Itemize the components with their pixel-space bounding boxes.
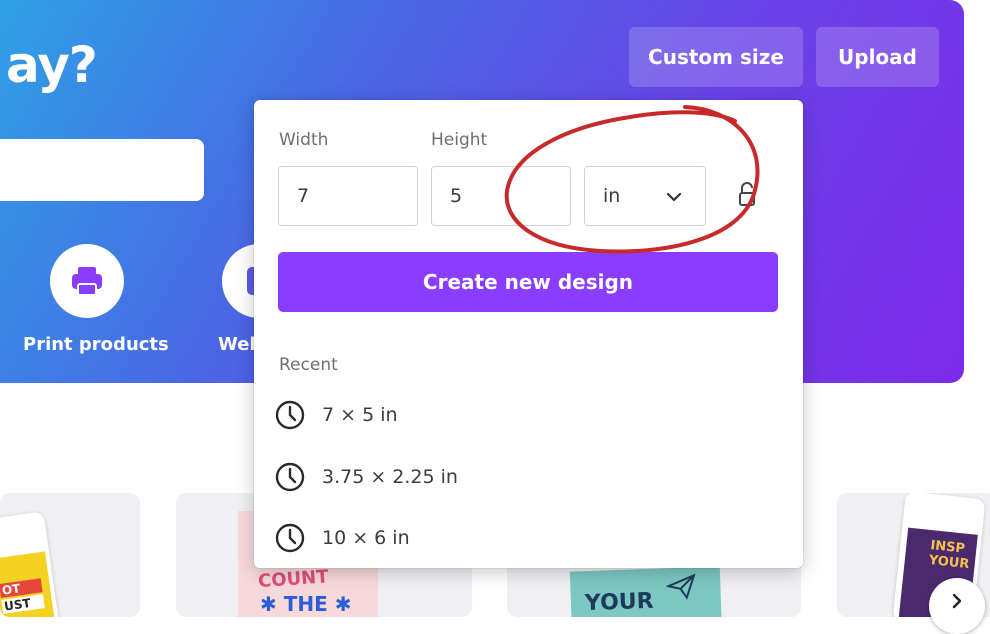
recent-item[interactable]: 7 × 5 in xyxy=(274,398,398,432)
custom-size-popup: Width Height 7 5 in Create new design Re… xyxy=(254,100,803,568)
template-text: UST xyxy=(1,594,45,614)
search-input[interactable] xyxy=(0,139,204,201)
category-label-print-products: Print products xyxy=(23,334,169,355)
recent-item-label: 7 × 5 in xyxy=(322,404,398,426)
template-thumbnail: YOUR xyxy=(569,566,723,617)
recent-item[interactable]: 10 × 6 in xyxy=(274,521,410,555)
height-input[interactable]: 5 xyxy=(431,166,571,226)
custom-size-button[interactable]: Custom size xyxy=(629,27,803,87)
template-text: THE xyxy=(283,592,328,616)
chevron-right-icon xyxy=(952,593,962,609)
recent-item-label: 10 × 6 in xyxy=(322,527,410,549)
paper-plane-icon xyxy=(665,573,696,600)
carousel-next-button[interactable] xyxy=(929,578,985,634)
recent-item-label: 3.75 × 2.25 in xyxy=(322,466,458,488)
unit-select-value: in xyxy=(603,185,621,207)
clock-icon xyxy=(275,462,305,492)
unit-select[interactable]: in xyxy=(584,166,706,226)
width-input[interactable]: 7 xyxy=(278,166,418,226)
star-icon: ✱ xyxy=(260,592,284,616)
chevron-down-icon xyxy=(666,192,682,202)
width-label: Width xyxy=(279,130,329,150)
lock-icon[interactable] xyxy=(737,180,757,210)
upload-button[interactable]: Upload xyxy=(816,27,939,87)
star-icon: ✱ xyxy=(327,592,352,616)
printer-icon xyxy=(72,267,102,296)
clock-icon xyxy=(275,400,305,430)
template-card[interactable]: OT UST xyxy=(0,493,140,617)
template-thumbnail: OT UST xyxy=(0,551,57,617)
clock-icon xyxy=(275,523,305,553)
height-label: Height xyxy=(431,130,488,150)
category-print-products[interactable] xyxy=(50,244,124,318)
template-text: YOUR xyxy=(584,588,655,617)
phone-mockup: OT UST xyxy=(0,511,61,617)
recent-label: Recent xyxy=(279,355,338,375)
hero-title: ay? xyxy=(6,36,98,94)
recent-item[interactable]: 3.75 × 2.25 in xyxy=(274,460,458,494)
create-new-design-button[interactable]: Create new design xyxy=(278,252,778,312)
